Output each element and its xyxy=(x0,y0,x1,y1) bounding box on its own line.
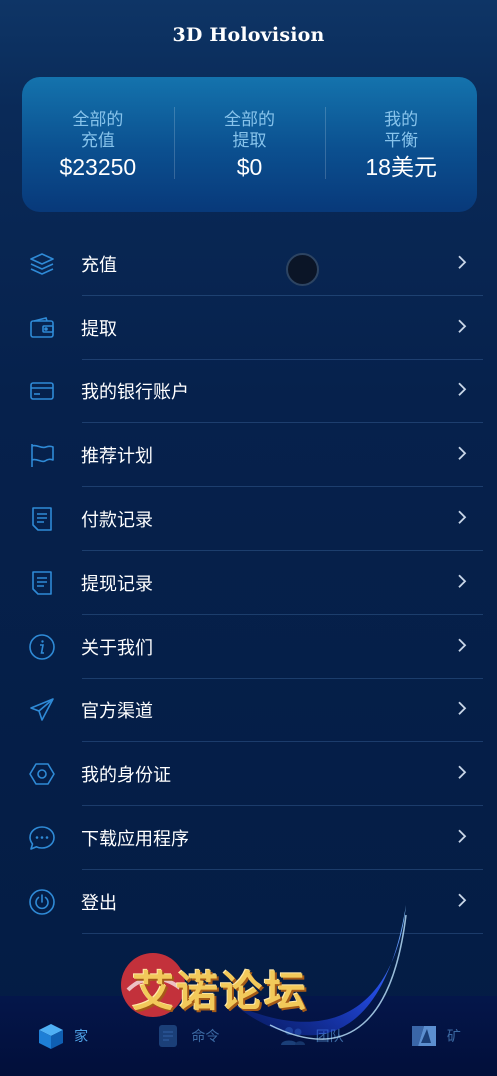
menu-item-label: 充值 xyxy=(81,254,117,275)
power-icon xyxy=(28,888,56,916)
menu-item-payment-records[interactable]: 付款记录 xyxy=(0,487,497,551)
stat-label-line2: 充值 xyxy=(80,130,115,150)
menu-item-my-id[interactable]: 我的身份证 xyxy=(0,742,497,806)
app-header: 3D Holovision xyxy=(0,0,497,70)
stat-total-recharge: 全部的 充值 $23250 xyxy=(22,77,174,212)
chevron-right-icon xyxy=(458,255,467,269)
hexagon-icon xyxy=(28,760,56,788)
chevron-right-icon xyxy=(458,765,467,780)
stat-value: $23250 xyxy=(59,153,137,180)
menu-item-label: 付款记录 xyxy=(81,510,153,531)
send-icon xyxy=(28,696,56,724)
watermark-text: 艾诺论坛 xyxy=(132,967,309,1016)
stat-label-line1: 全部的 xyxy=(72,109,124,129)
nav-item-mine[interactable]: 矿 xyxy=(380,1006,490,1066)
stats-card: 全部的 充值 $23250 全部的 提取 $0 我的 平衡 18美元 xyxy=(22,77,477,212)
chevron-right-icon xyxy=(458,574,467,588)
menu-item-official-channels[interactable]: 官方渠道 xyxy=(0,679,497,743)
menu-item-about-us[interactable]: 关于我们 xyxy=(0,615,497,679)
stat-label-line1: 全部的 xyxy=(224,109,275,129)
menu-item-recharge[interactable]: 充值 xyxy=(0,232,497,296)
info-icon xyxy=(28,633,56,661)
chevron-right-icon xyxy=(458,702,467,716)
menu-item-label: 推荐计划 xyxy=(81,446,153,467)
nav-label: 家 xyxy=(74,1029,89,1045)
stat-label-line1: 我的 xyxy=(384,109,419,129)
page-title: 3D Holovision xyxy=(172,24,325,46)
menu-item-label: 我的身份证 xyxy=(81,765,171,786)
layers-icon xyxy=(28,250,56,278)
stat-value: 18美元 xyxy=(365,153,437,180)
stat-label-line2: 平衡 xyxy=(384,130,419,150)
chevron-right-icon xyxy=(458,383,467,397)
stat-value: $0 xyxy=(236,153,263,180)
menu-item-label: 提现记录 xyxy=(81,573,153,594)
menu-item-label: 关于我们 xyxy=(81,637,153,658)
chat-icon xyxy=(28,824,56,852)
chevron-right-icon xyxy=(458,893,467,907)
menu-item-label: 提取 xyxy=(81,318,117,339)
chevron-right-icon xyxy=(458,319,467,333)
menu-item-logout[interactable]: 登出 xyxy=(0,870,497,934)
chevron-right-icon xyxy=(458,446,467,461)
watermark-logo: 艾诺论坛 xyxy=(118,950,378,1040)
chevron-right-icon xyxy=(458,829,467,843)
menu-item-label: 下载应用程序 xyxy=(81,829,189,850)
menu-item-referral-plan[interactable]: 推荐计划 xyxy=(0,423,497,487)
menu-item-withdraw[interactable]: 提取 xyxy=(0,296,497,360)
menu-item-bank-account[interactable]: 我的银行账户 xyxy=(0,360,497,424)
wallet-icon xyxy=(28,314,56,342)
menu-item-withdrawal-records[interactable]: 提现记录 xyxy=(0,551,497,615)
nav-label: 矿 xyxy=(446,1029,461,1045)
chevron-right-icon xyxy=(458,510,467,524)
stat-total-withdraw: 全部的 提取 $0 xyxy=(173,77,326,212)
chevron-right-icon xyxy=(458,638,467,652)
menu-item-download-app[interactable]: 下载应用程序 xyxy=(0,806,497,870)
menu-item-label: 官方渠道 xyxy=(81,701,153,722)
nav-item-home[interactable]: 家 xyxy=(7,1006,117,1066)
bank-card-icon xyxy=(28,377,56,405)
cube-icon xyxy=(39,1024,64,1049)
menu-item-label: 我的银行账户 xyxy=(81,382,189,403)
stat-label-line2: 提取 xyxy=(232,130,267,150)
menu-item-label: 登出 xyxy=(81,892,117,913)
document-icon xyxy=(28,569,56,597)
loading-indicator xyxy=(286,253,319,286)
mine-icon xyxy=(411,1026,436,1046)
flag-icon xyxy=(28,441,56,469)
document-icon xyxy=(28,505,56,533)
stat-my-balance: 我的 平衡 18美元 xyxy=(325,77,477,212)
account-menu: 充值 提取 我的银行账户 推荐计划 付款记录 提现记录 关于我们 官方渠道 我的… xyxy=(0,232,497,934)
